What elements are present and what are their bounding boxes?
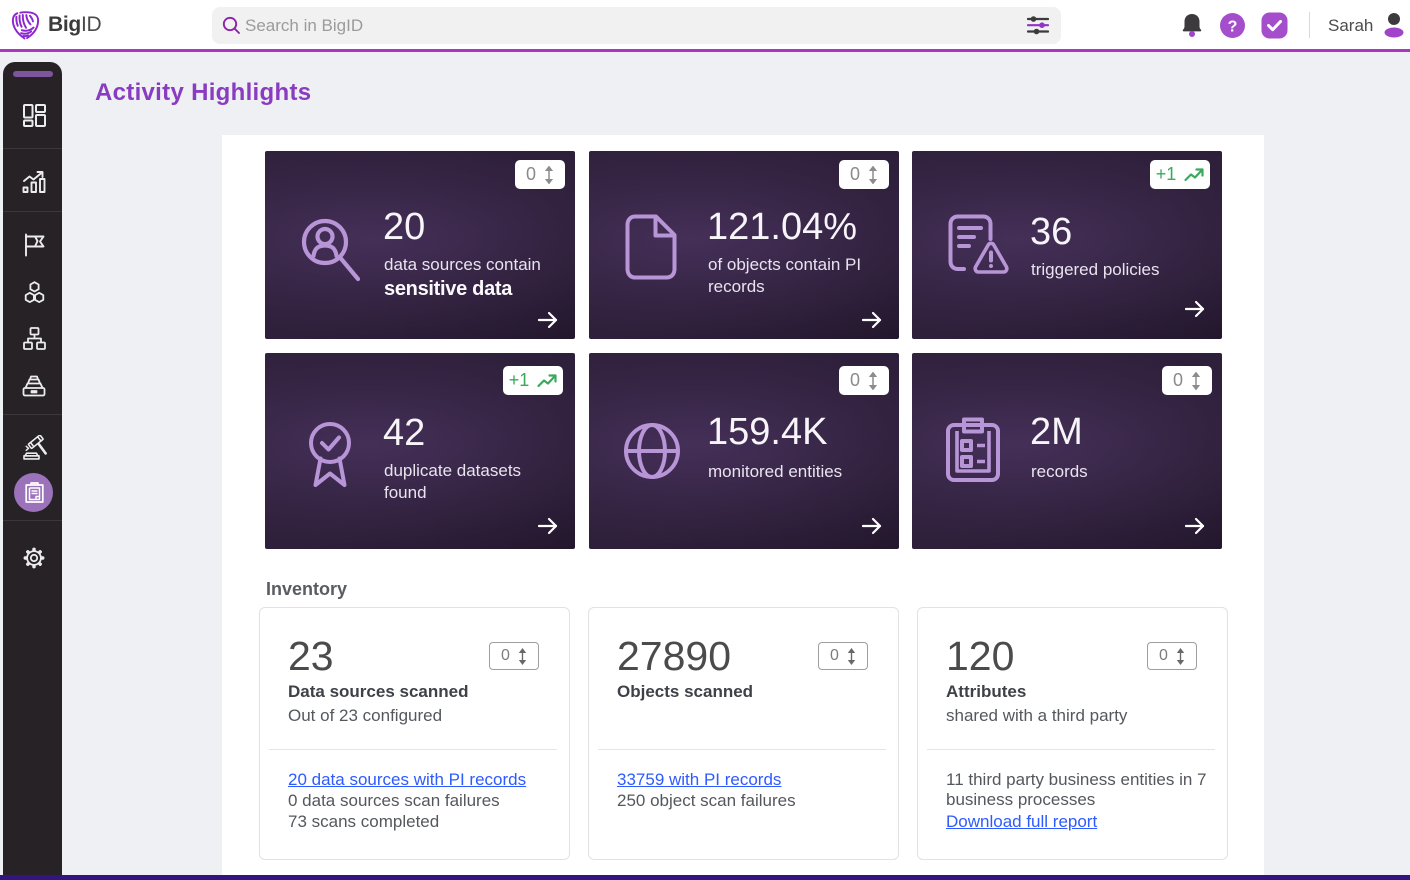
svg-text:?: ? — [1228, 19, 1238, 36]
